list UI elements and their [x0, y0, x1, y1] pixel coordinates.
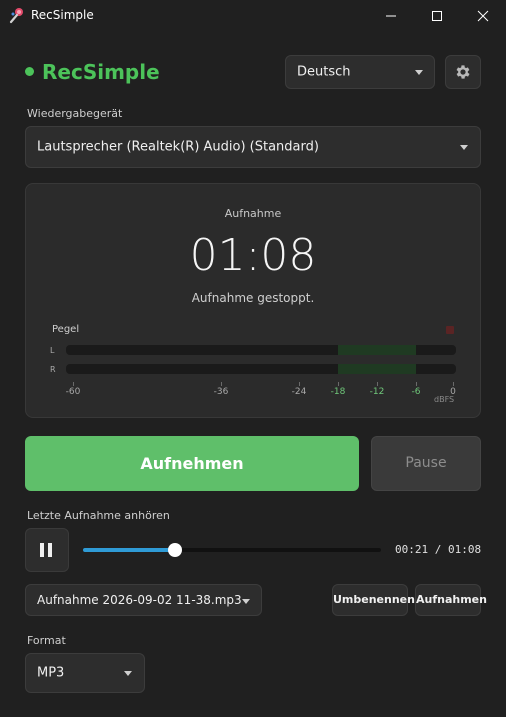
format-select[interactable]: MP3 — [25, 653, 145, 693]
format-value: MP3 — [37, 665, 65, 681]
minimize-icon — [386, 15, 396, 17]
chevron-down-icon — [242, 599, 250, 604]
app-logo-icon — [9, 8, 23, 24]
left-level-zone — [338, 345, 416, 355]
right-level-zone — [338, 364, 416, 374]
minimize-button[interactable] — [368, 0, 414, 32]
left-level-meter — [66, 345, 456, 355]
pause-button[interactable]: Pause — [371, 436, 481, 491]
tick-mark — [453, 382, 454, 386]
playback-pause-button[interactable] — [25, 528, 69, 572]
tick-mark — [377, 382, 378, 386]
last-recording-label: Letzte Aufnahme anhören — [27, 509, 170, 522]
playback-slider-thumb[interactable] — [168, 543, 183, 557]
tick-label: -12 — [369, 387, 385, 397]
tick-mark — [338, 382, 339, 386]
tick-mark — [221, 382, 222, 386]
close-button[interactable] — [460, 0, 506, 32]
format-label: Format — [27, 634, 66, 647]
recording-status: Aufnahme gestoppt. — [191, 291, 315, 305]
rename-button[interactable]: Umbenennen — [332, 584, 415, 616]
title-bar: RecSimple — [0, 0, 506, 32]
settings-button[interactable] — [445, 55, 481, 89]
right-channel-label: R — [50, 365, 56, 374]
language-select[interactable]: Deutsch — [285, 55, 435, 89]
recording-timer: 01:08 — [189, 230, 317, 281]
recording-panel: Aufnahme 01:08 Aufnahme gestoppt. Pegel … — [25, 183, 481, 418]
left-channel-label: L — [50, 346, 55, 355]
pause-icon — [40, 543, 44, 557]
maximize-icon — [432, 11, 442, 21]
level-scale: -60 -36 -24 -18 -12 -6 0 — [66, 382, 456, 402]
playback-time: 00:21 / 01:08 — [395, 543, 482, 556]
level-unit: dBFS — [434, 395, 455, 404]
playback-device-label: Wiedergabegerät — [27, 107, 123, 120]
recording-file-value: Aufnahme 2026-09-02 11-38.mp3 — [37, 593, 242, 607]
brand-name: RecSimple — [42, 60, 160, 84]
pause-icon — [48, 543, 52, 557]
right-level-meter — [66, 364, 456, 374]
playback-device-select[interactable]: Lautsprecher (Realtek(R) Audio) (Standar… — [25, 126, 481, 168]
playback-progress-fill — [83, 548, 176, 552]
chevron-down-icon — [460, 145, 468, 150]
maximize-button[interactable] — [414, 0, 460, 32]
clip-indicator — [446, 326, 454, 334]
recording-label: Aufnahme — [224, 207, 282, 220]
recording-file-select[interactable]: Aufnahme 2026-09-02 11-38.mp3 — [25, 584, 262, 616]
language-value: Deutsch — [297, 64, 351, 80]
tick-label: -18 — [330, 387, 346, 397]
recordings-folder-button[interactable]: Aufnahmen — [415, 584, 487, 616]
tick-label: -6 — [411, 387, 421, 397]
chevron-down-icon — [415, 70, 423, 75]
tick-mark — [299, 382, 300, 386]
window-title: RecSimple — [31, 8, 94, 22]
level-label: Pegel — [52, 324, 80, 335]
gear-icon — [456, 65, 470, 79]
app-brand: RecSimple — [25, 60, 160, 84]
record-button[interactable]: Aufnehmen — [25, 436, 359, 491]
playback-device-value: Lautsprecher (Realtek(R) Audio) (Standar… — [37, 139, 319, 155]
tick-label: -24 — [291, 387, 307, 397]
tick-label: -36 — [213, 387, 229, 397]
chevron-down-icon — [124, 671, 132, 676]
playback-position-slider[interactable] — [83, 543, 381, 557]
tick-mark — [73, 382, 74, 386]
tick-mark — [416, 382, 417, 386]
status-dot — [25, 67, 34, 76]
tick-label: -60 — [65, 387, 81, 397]
close-icon — [477, 10, 489, 22]
